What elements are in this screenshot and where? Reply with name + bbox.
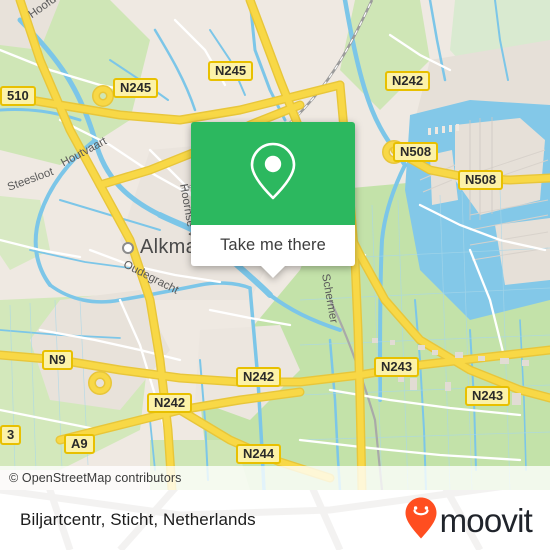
footer-bar: Biljartcentr, Sticht, Netherlands moovit (0, 490, 550, 550)
road-shield: N244 (236, 444, 282, 464)
take-me-there-label: Take me there (220, 236, 326, 254)
road-shield: N242 (236, 367, 282, 387)
map-attribution[interactable]: © OpenStreetMap contributors (0, 466, 550, 490)
road-shield: N508 (458, 170, 504, 190)
attribution-text: © OpenStreetMap contributors (9, 471, 182, 485)
road-shield-label: N245 (215, 63, 247, 78)
take-me-there-button[interactable]: Take me there (191, 225, 355, 266)
road-shield: N508 (393, 142, 439, 162)
road-shield-label: A9 (71, 436, 88, 451)
road-shield-label: N243 (381, 359, 413, 374)
map-pin-icon (248, 140, 298, 207)
city-marker-icon (122, 241, 134, 254)
road-shield: 3 (0, 425, 22, 445)
moovit-wordmark: moovit (439, 501, 533, 539)
place-name: Biljartcentr, Sticht, Netherlands (20, 510, 256, 529)
road-shield-label: N508 (400, 144, 432, 159)
road-shield-label: N243 (472, 388, 504, 403)
road-shield: N243 (374, 357, 420, 377)
moovit-map-screenshot: 510 N245 N245 N242 N508 N508 N9 N242 A9 N242 N244 N… (0, 0, 550, 550)
road-shield-label: 510 (7, 88, 29, 103)
road-shield-label: N9 (49, 352, 66, 367)
road-shield: N242 (147, 393, 193, 413)
popup-header (191, 122, 355, 225)
road-shield: N245 (113, 78, 159, 98)
road-shield: N245 (208, 61, 254, 81)
road-shield-label: N245 (120, 80, 152, 95)
moovit-pin-smiley-icon (404, 496, 438, 545)
road-shield: 510 (0, 86, 36, 106)
road-shield-label: N242 (392, 73, 424, 88)
road-shield-label: 3 (7, 427, 15, 442)
popup-tail (260, 265, 286, 278)
road-shield: A9 (64, 434, 95, 454)
destination-popup[interactable]: Take me there (191, 122, 355, 278)
road-shield: N243 (465, 386, 511, 406)
road-shield-label: N242 (243, 369, 275, 384)
road-shield-label: N242 (154, 395, 186, 410)
road-shield-label: N244 (243, 446, 275, 461)
road-shield-label: N508 (465, 172, 497, 187)
road-shield: N9 (42, 350, 73, 370)
road-shield: N242 (385, 71, 431, 91)
moovit-brand[interactable]: moovit (404, 496, 533, 545)
